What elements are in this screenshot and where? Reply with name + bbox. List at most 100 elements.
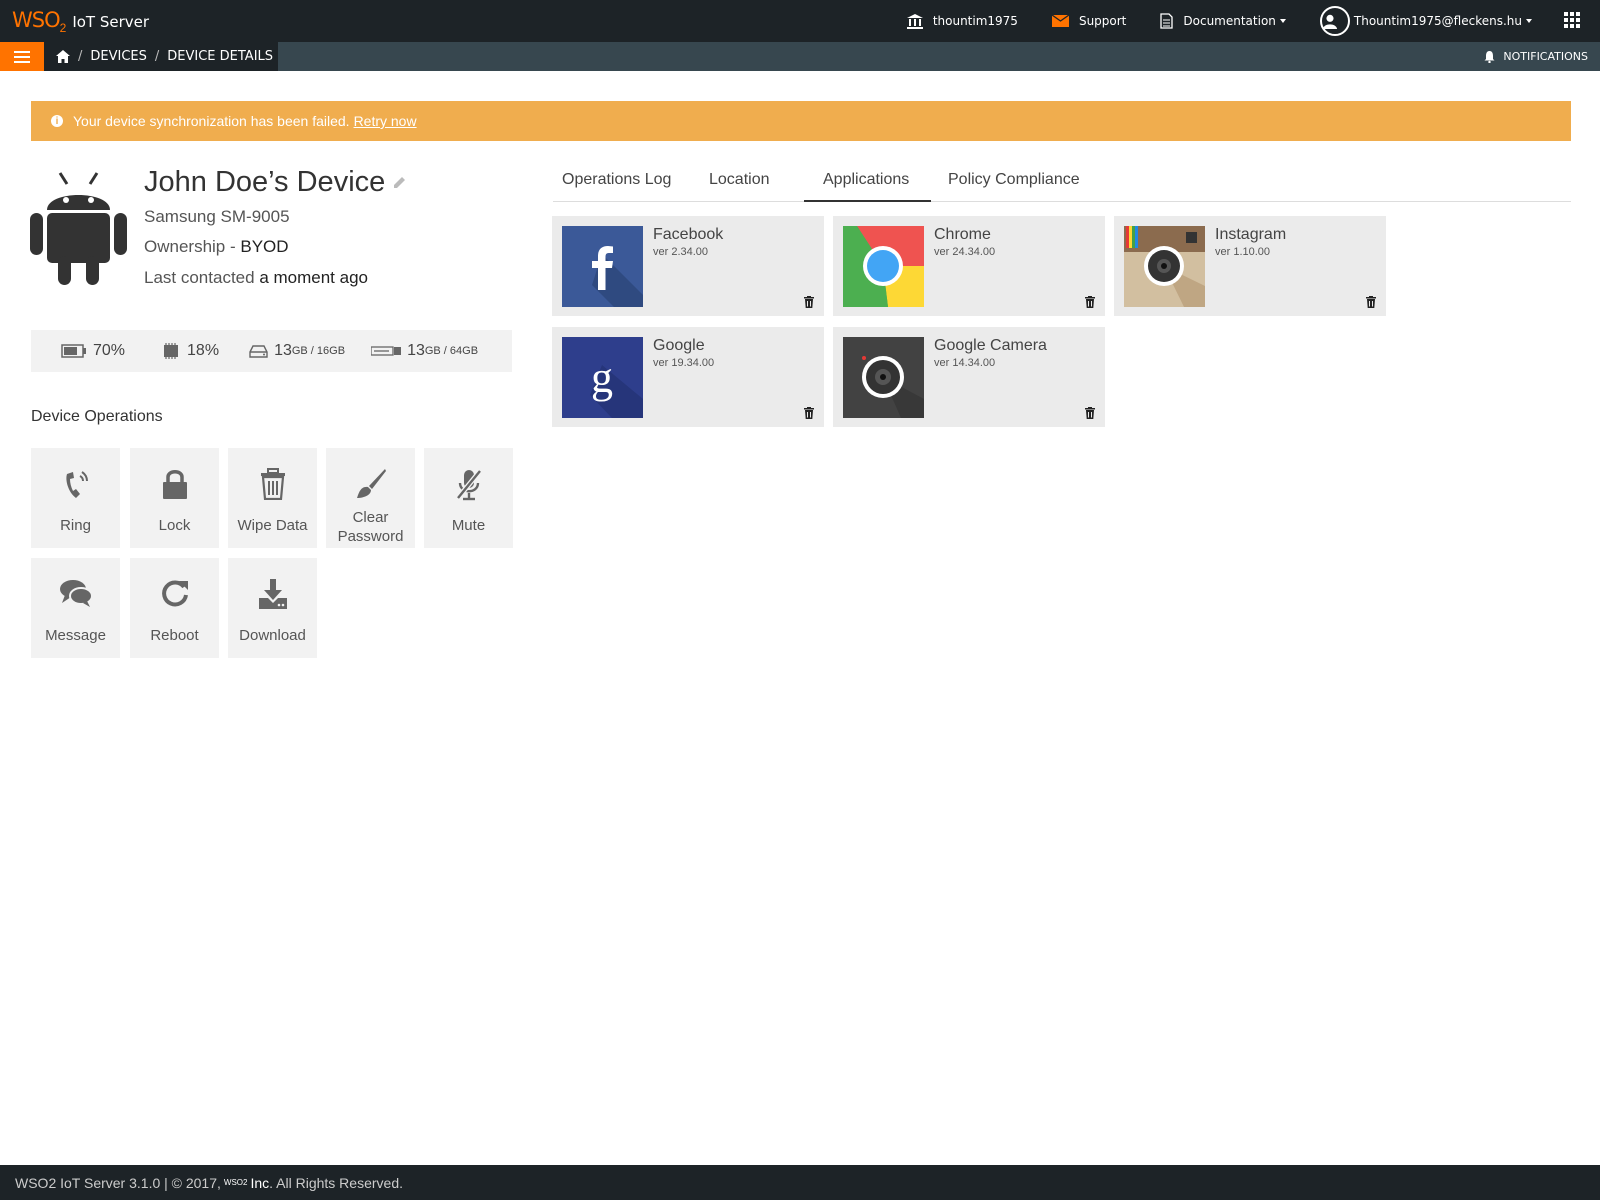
- message-button[interactable]: Message: [31, 558, 120, 658]
- device-name: John Doe’s Device: [144, 166, 386, 198]
- info-icon: i: [51, 115, 63, 127]
- app-version: ver 19.34.00: [653, 357, 715, 369]
- download-button[interactable]: Download: [228, 558, 317, 658]
- app-version: ver 1.10.00: [1215, 246, 1271, 258]
- breadcrumb-devices[interactable]: DEVICES: [90, 49, 147, 64]
- storage-stat: 13 GB / 16GB: [249, 342, 345, 360]
- message-label: Message: [45, 627, 106, 644]
- wipe-data-button[interactable]: Wipe Data: [228, 448, 317, 548]
- download-icon: [258, 579, 287, 609]
- user-email: Thountim1975@fleckens.hu: [1353, 14, 1522, 28]
- device-ownership: Ownership - BYOD: [144, 237, 289, 257]
- trash-icon[interactable]: [1366, 296, 1376, 308]
- sidebar-toggle-button[interactable]: [0, 42, 44, 71]
- brand-logo[interactable]: WSO 2 IoT Server: [12, 8, 150, 35]
- tab-location[interactable]: Location: [709, 166, 770, 202]
- brand-two-text: 2: [59, 21, 67, 35]
- phone-ring-icon: [65, 471, 88, 498]
- app-version: ver 2.34.00: [653, 246, 709, 258]
- device-tabs: Operations Log Location Applications Pol…: [553, 166, 1571, 202]
- notifications-link[interactable]: NOTIFICATIONS: [1484, 42, 1588, 71]
- footer-wso2-logo: WSO2: [223, 1178, 248, 1187]
- brush-icon: [356, 469, 386, 498]
- ownership-value: BYOD: [240, 237, 289, 256]
- grid-icon: [1564, 11, 1580, 28]
- cpu-value: 18%: [187, 342, 220, 359]
- reboot-button[interactable]: Reboot: [130, 558, 219, 658]
- lock-label: Lock: [158, 517, 191, 534]
- hard-drive-icon: [249, 345, 268, 358]
- chevron-down-icon: [1279, 19, 1286, 23]
- cpu-stat: 18%: [161, 342, 219, 360]
- notifications-label: NOTIFICATIONS: [1503, 50, 1588, 63]
- trash-icon: [260, 468, 285, 500]
- app-version: ver 14.34.00: [934, 357, 996, 369]
- facebook-icon: [562, 226, 643, 307]
- clear-password-label: Clear Password: [337, 509, 404, 545]
- documentation-dropdown[interactable]: Documentation: [1160, 13, 1286, 29]
- brand-title: IoT Server: [72, 13, 150, 31]
- app-name: Google Camera: [934, 337, 1047, 354]
- pencil-icon[interactable]: [393, 176, 406, 189]
- trash-icon[interactable]: [1085, 407, 1095, 419]
- camera-icon: [843, 337, 924, 418]
- battery-value: 70%: [93, 342, 126, 359]
- envelope-icon: [1051, 15, 1069, 27]
- user-menu[interactable]: Thountim1975@fleckens.hu: [1319, 6, 1532, 36]
- battery-stat: 70%: [61, 342, 125, 360]
- app-card-facebook[interactable]: Facebook ver 2.34.00: [552, 216, 824, 316]
- google-icon: g: [562, 337, 643, 418]
- download-label: Download: [239, 627, 306, 644]
- clear-password-button[interactable]: Clear Password: [326, 448, 415, 548]
- trash-icon[interactable]: [1085, 296, 1095, 308]
- refresh-icon: [161, 580, 188, 607]
- mute-button[interactable]: Mute: [424, 448, 513, 548]
- battery-icon: [61, 344, 86, 358]
- tenant-name: thountim1975: [932, 14, 1018, 28]
- contact-label: Last contacted: [144, 268, 260, 287]
- storage-total: GB / 16GB: [291, 345, 346, 357]
- instagram-icon: [1124, 226, 1205, 307]
- app-card-google[interactable]: g Google ver 19.34.00: [552, 327, 824, 427]
- tab-operations-log[interactable]: Operations Log: [562, 166, 671, 202]
- tab-applications[interactable]: Applications: [804, 166, 932, 202]
- app-version: ver 24.34.00: [934, 246, 996, 258]
- wipe-data-label: Wipe Data: [237, 517, 308, 534]
- app-name: Instagram: [1215, 226, 1287, 243]
- chat-bubbles-icon: [59, 580, 93, 607]
- ring-button[interactable]: Ring: [31, 448, 120, 548]
- apps-grid-button[interactable]: [1564, 11, 1580, 31]
- brand-wso-text: WSO: [12, 8, 61, 32]
- mute-label: Mute: [451, 517, 486, 534]
- footer-inc: Inc: [250, 1174, 270, 1191]
- bank-icon: [906, 13, 923, 29]
- cpu-chip-icon: [164, 343, 179, 359]
- tab-policy-compliance[interactable]: Policy Compliance: [948, 166, 1080, 202]
- home-icon[interactable]: [56, 50, 70, 63]
- trash-icon[interactable]: [804, 296, 814, 308]
- breadcrumb-separator: /: [154, 49, 160, 64]
- documentation-label: Documentation: [1183, 14, 1276, 28]
- app-card-google-camera[interactable]: Google Camera ver 14.34.00: [833, 327, 1105, 427]
- breadcrumb-device-details: DEVICE DETAILS: [167, 49, 274, 64]
- avatar: [1319, 6, 1350, 36]
- ownership-label: Ownership -: [144, 237, 241, 256]
- lock-icon: [162, 470, 187, 499]
- external-storage-stat: 13 GB / 64GB: [371, 342, 478, 360]
- tenant-link[interactable]: thountim1975: [906, 13, 1018, 29]
- chevron-down-icon: [1526, 19, 1532, 23]
- lock-button[interactable]: Lock: [130, 448, 219, 548]
- app-card-chrome[interactable]: Chrome ver 24.34.00: [833, 216, 1105, 316]
- top-nav-links: thountim1975 Support Documentation Thoun…: [906, 0, 1600, 42]
- app-name: Facebook: [653, 226, 724, 243]
- device-operations-title: Device Operations: [31, 408, 163, 425]
- storage-used: 13: [274, 342, 292, 359]
- trash-icon[interactable]: [804, 407, 814, 419]
- reboot-label: Reboot: [150, 627, 199, 644]
- top-navbar: WSO 2 IoT Server thountim1975 Support Do…: [0, 0, 1600, 42]
- external-used: 13: [407, 342, 425, 359]
- support-link[interactable]: Support: [1051, 14, 1126, 28]
- device-model: Samsung SM-9005: [144, 207, 290, 226]
- app-card-instagram[interactable]: Instagram ver 1.10.00: [1114, 216, 1386, 316]
- retry-now-link[interactable]: Retry now: [354, 113, 417, 129]
